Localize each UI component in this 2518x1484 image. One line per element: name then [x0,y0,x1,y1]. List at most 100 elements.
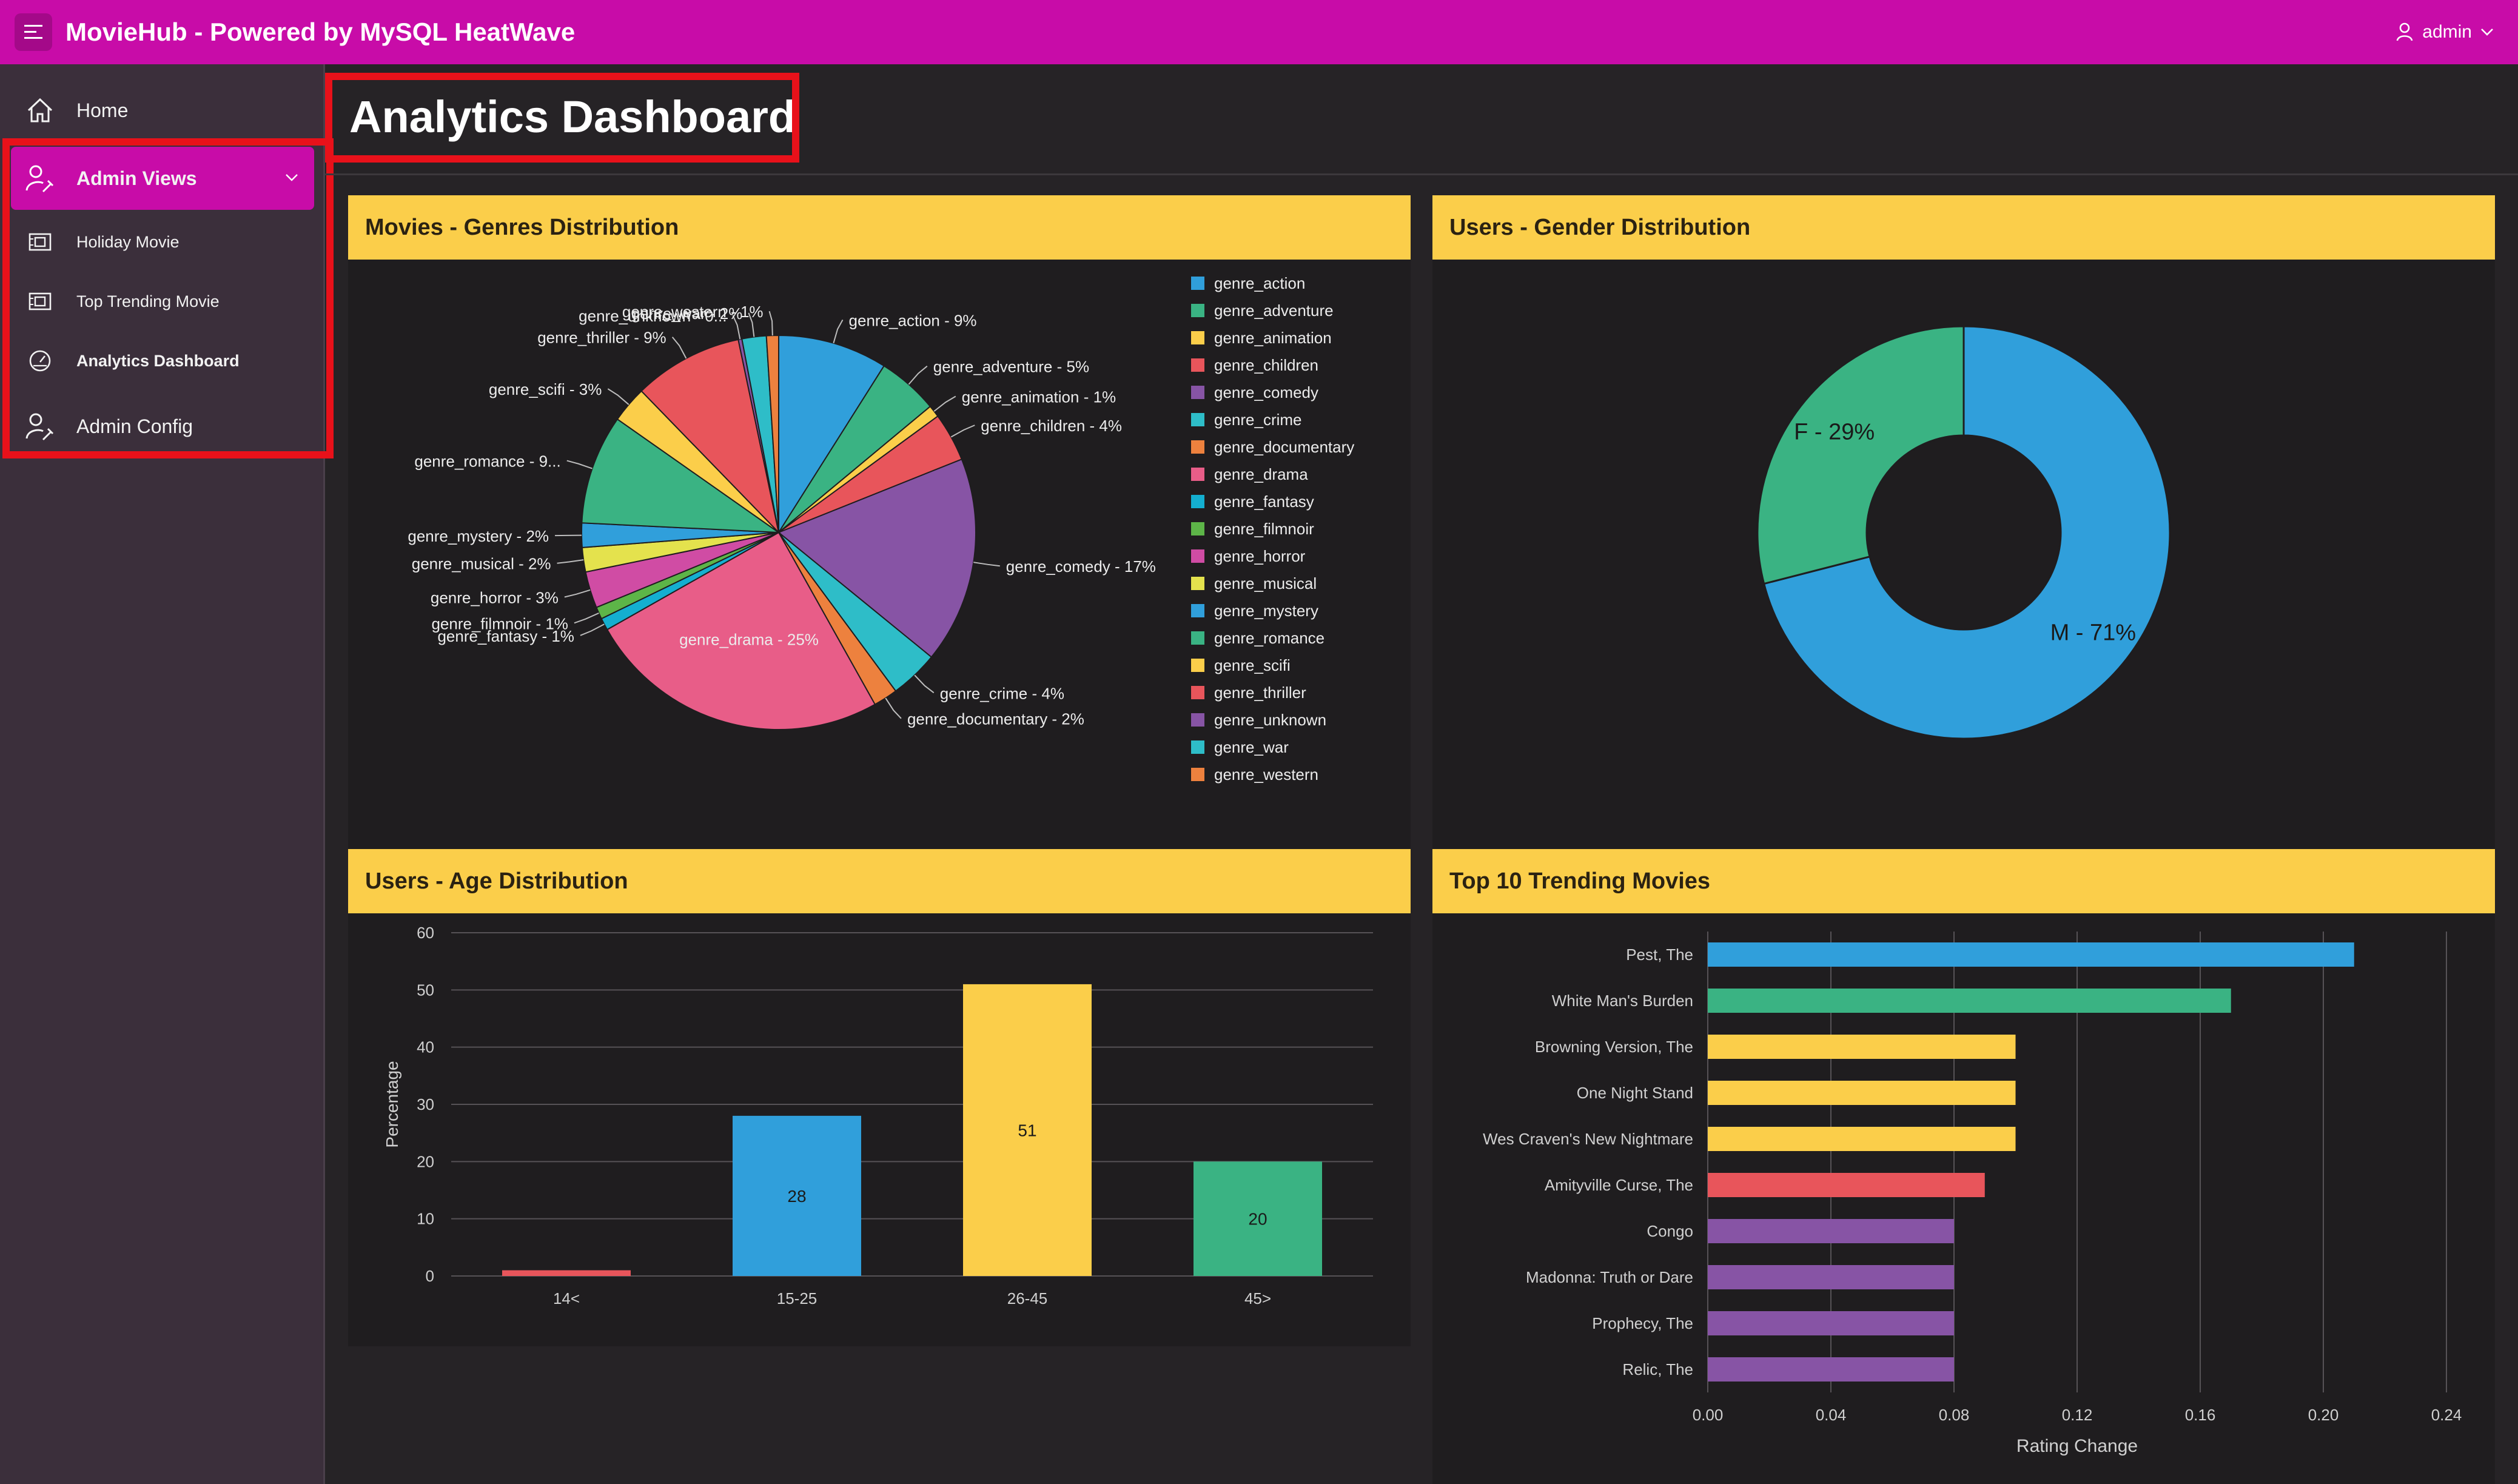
sidebar-item-admin-config[interactable]: Admin Config [11,399,314,454]
gender-chart-title: Users - Gender Distribution [1432,195,2495,260]
y-tick-label: Pest, The [1626,945,1693,964]
user-icon [2396,22,2413,41]
hamburger-icon [24,25,42,39]
y-tick-label: 10 [417,1210,434,1228]
bar [502,1270,631,1276]
gender-chart-card: Users - Gender Distribution M - 71% F - 2… [1432,195,2495,893]
film-icon [22,283,58,320]
sidebar-item-label: Home [76,99,129,121]
pie-slice-label: genre_thriller - 9% [537,329,666,347]
bar [1708,942,2354,967]
legend-label: genre_fantasy [1214,492,1314,511]
age-bar-chart: 0 10 20 30 40 50 60 Percentage 14< 15-25 28 26-45 51… [383,924,1373,1308]
bar [1708,1081,2016,1105]
main-content: Analytics Dashboard Movies - Genres Dist… [325,64,2518,1484]
bar-data-label: 28 [787,1187,806,1206]
bar-data-label: 20 [1248,1210,1267,1229]
x-tick-label: 15-25 [777,1289,818,1308]
trending-bar-chart: 0.00 0.04 0.08 0.12 0.16 0.20 0.24 Rating Chang… [1483,932,2462,1456]
genres-pie-chart: genre_action - 9% genre_adventure - 5% gen… [408,274,1354,784]
legend-swatch [1191,358,1204,372]
y-tick-label: 0 [426,1267,434,1285]
pie-leader-line [574,612,599,624]
y-tick-label: 40 [417,1038,434,1056]
pie-slice-label: genre_adventure - 5% [933,358,1089,376]
y-tick-label: 30 [417,1095,434,1113]
trending-chart-title: Top 10 Trending Movies [1432,849,2495,913]
y-axis-label: Percentage [383,1061,401,1147]
legend-swatch [1191,386,1204,399]
pie-leader-line [914,674,935,694]
donut-slice [1756,325,1965,585]
y-tick-label: Relic, The [1622,1360,1693,1378]
pie-leader-line [950,425,975,438]
pie-leader-line [973,562,1000,567]
sidebar-item-label: Admin Config [76,415,193,437]
sidebar-item-home[interactable]: Home [11,87,314,133]
menu-toggle-button[interactable] [15,13,52,51]
sidebar-item-label: Holiday Movie [76,232,180,251]
bar [1708,1035,2016,1059]
pie-slice-label: genre_mystery - 2% [408,527,549,545]
x-tick-label: 0.16 [2185,1406,2216,1424]
pie-slice-label: genre_documentary - 2% [907,710,1084,728]
pie-slice-label: genre_horror - 3% [431,588,559,606]
donut-slice-label: F - 29% [1794,420,1875,445]
gender-donut-chart: M - 71% F - 29% [1756,325,2171,740]
legend-swatch [1191,768,1204,781]
chevron-down-icon [286,174,298,181]
x-tick-label: 14< [553,1289,580,1308]
legend-label: genre_comedy [1214,383,1318,401]
pie-leader-line [607,388,630,405]
age-chart-title: Users - Age Distribution [348,849,1411,913]
legend-swatch [1191,440,1204,454]
x-tick-label: 45> [1244,1289,1271,1308]
app-title: MovieHub - Powered by MySQL HeatWave [65,18,576,46]
pie-leader-line [564,589,591,598]
legend-label: genre_romance [1214,629,1324,647]
bar [1708,1265,1954,1289]
pie-leader-line [768,311,773,336]
legend-swatch [1191,522,1204,536]
user-menu[interactable]: admin [2395,0,2494,64]
legend-label: genre_adventure [1214,301,1334,320]
pie-leader-line [580,623,605,636]
bar [1708,1357,1954,1382]
sidebar-item-analytics-dashboard[interactable]: Analytics Dashboard [11,335,314,387]
user-name: admin [2422,22,2472,42]
sidebar-item-label: Admin Views [76,167,197,189]
gauge-icon [22,343,58,379]
pie-slice-label: genre_drama - 25% [679,630,819,648]
sidebar-item-admin-views[interactable]: Admin Views [11,147,314,210]
legend-swatch [1191,331,1204,344]
legend-label: genre_drama [1214,465,1308,483]
bar [1708,989,2231,1013]
genres-chart-card: Movies - Genres Distribution genre_actio… [348,195,1411,893]
legend-swatch [1191,604,1204,617]
pie-leader-line [671,337,687,359]
y-tick-label: One Night Stand [1577,1084,1693,1102]
pie-slice-label: genre_western - 1% [622,303,764,321]
x-axis-label: Rating Change [2016,1436,2138,1456]
y-tick-label: Congo [1647,1222,1693,1240]
legend-label: genre_horror [1214,547,1306,565]
legend-label: genre_thriller [1214,683,1306,702]
donut-slice-label: M - 71% [2050,620,2136,645]
y-tick-label: Wes Craven's New Nightmare [1483,1130,1693,1148]
page-header: Analytics Dashboard [325,64,2518,175]
legend-swatch [1191,713,1204,727]
user-wrench-icon [22,408,58,445]
legend-label: genre_war [1214,738,1289,756]
legend-swatch [1191,304,1204,317]
film-icon [22,224,58,260]
legend-label: genre_mystery [1214,602,1318,620]
y-tick-label: 50 [417,981,434,999]
sidebar-item-holiday-movie[interactable]: Holiday Movie [11,216,314,268]
legend-label: genre_scifi [1214,656,1291,674]
pie-slice-label: genre_action - 9% [849,311,977,329]
sidebar-item-top-trending-movie[interactable]: Top Trending Movie [11,275,314,327]
pie-slice-label: genre_musical - 2% [412,555,551,573]
sidebar-item-label: Top Trending Movie [76,292,220,311]
trending-chart-card: Top 10 Trending Movies 0.00 0.04 0.08 0.12 0… [1432,849,2495,1484]
y-tick-label: Madonna: Truth or Dare [1526,1268,1693,1286]
